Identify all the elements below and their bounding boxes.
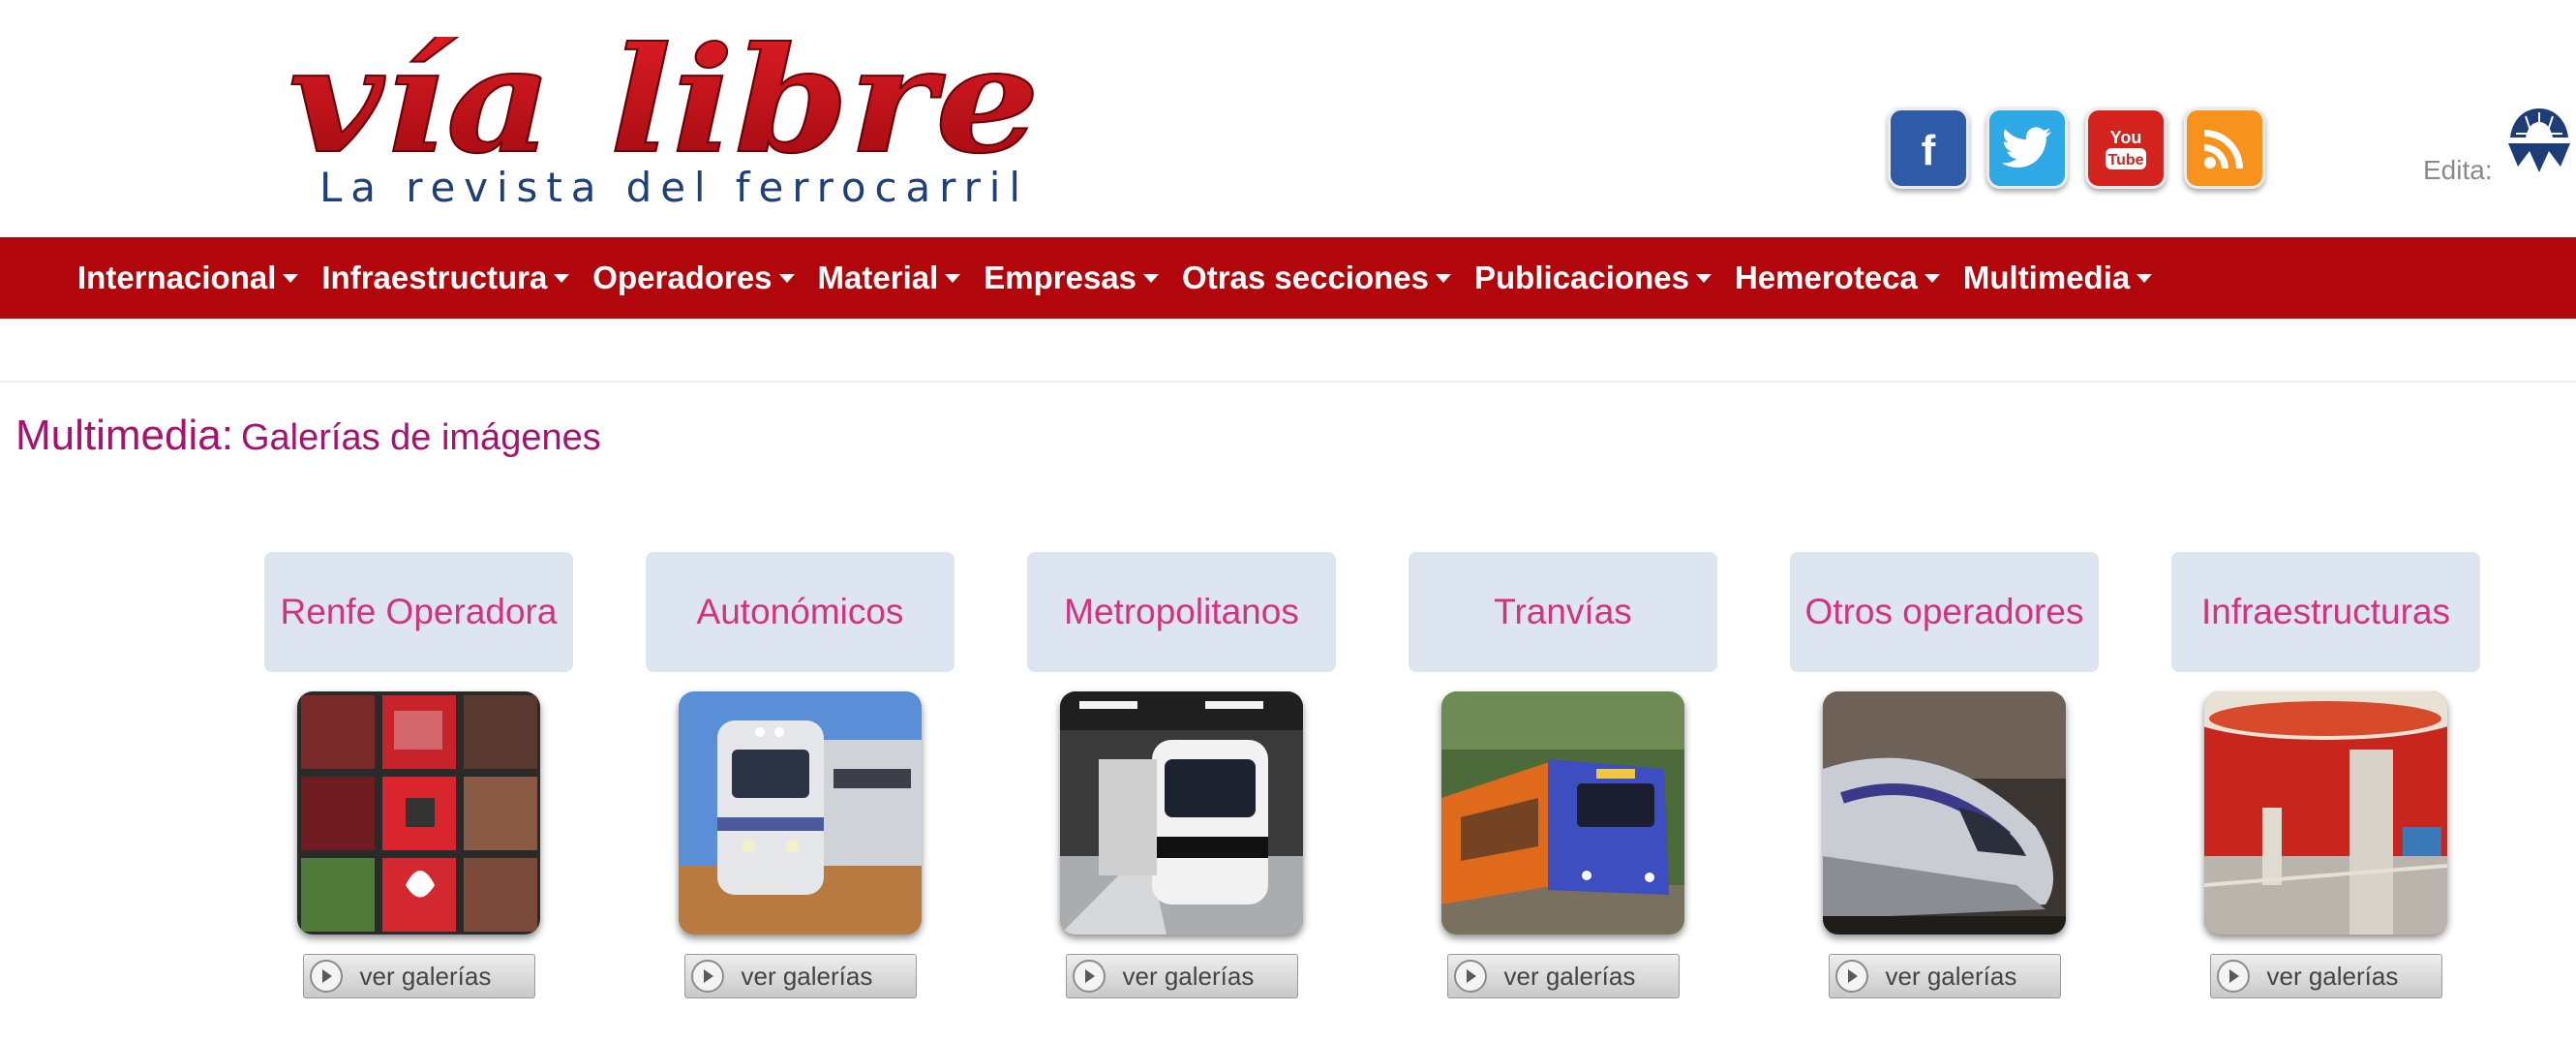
youtube-icon: You Tube [2106,128,2146,169]
gallery-thumbnail-tranvias[interactable] [1441,691,1684,935]
chevron-down-icon [2137,273,2153,283]
gallery-card: Infraestructuras ver galerías [2171,552,2480,998]
chevron-down-icon [945,273,961,283]
nav-label: Empresas [984,260,1137,295]
nav-label: Internacional [77,260,277,295]
nav-item-infraestructura[interactable]: Infraestructura [321,260,570,296]
twitter-icon [2001,127,2051,168]
publisher-logo[interactable] [2502,105,2576,191]
gallery-thumbnail-infraestructuras[interactable] [2204,691,2447,935]
main-nav: Internacional Infraestructura Operadores… [0,237,2576,319]
publisher-label: Edita: [2423,155,2493,185]
gallery-thumbnail-renfe[interactable] [297,691,540,935]
nav-label: Multimedia [1962,260,2131,295]
page-title-sub: Galerías de imágenes [240,417,601,458]
nav-item-internacional[interactable]: Internacional [77,260,299,296]
nav-label: Otras secciones [1182,260,1430,295]
nav-item-otras-secciones[interactable]: Otras secciones [1182,260,1452,296]
view-galleries-button[interactable]: ver galerías [1065,954,1298,998]
nav-label: Operadores [592,260,773,295]
gallery-thumbnail-metropolitanos[interactable] [1060,691,1303,935]
svg-text:Tube: Tube [2107,152,2143,169]
gallery-title-otros-operadores[interactable]: Otros operadores [1790,552,2099,672]
nav-label: Infraestructura [321,260,548,295]
nav-item-hemeroteca[interactable]: Hemeroteca [1735,260,1940,296]
view-galleries-button[interactable]: ver galerías [2209,954,2442,998]
page-title-main: Multimedia: [15,412,233,459]
site-logo[interactable]: vía libre La revista del ferrocarril [288,37,1040,211]
chevron-down-icon [554,273,570,283]
nav-label: Material [817,260,939,295]
gallery-title-renfe[interactable]: Renfe Operadora [264,552,573,672]
view-galleries-button[interactable]: ver galerías [683,954,917,998]
nav-item-multimedia[interactable]: Multimedia [1962,260,2153,296]
chevron-down-icon [283,273,299,283]
nav-label: Hemeroteca [1734,260,1918,295]
play-icon [309,960,343,993]
gallery-categories: Renfe Operadora ver galerías Autonómicos… [264,552,2480,998]
gallery-card: Renfe Operadora ver galerías [264,552,573,998]
gallery-title-tranvias[interactable]: Tranvías [1409,552,1717,672]
chevron-down-icon [1143,273,1160,283]
gallery-title-autonomicos[interactable]: Autonómicos [646,552,955,672]
gallery-title-infraestructuras[interactable]: Infraestructuras [2171,552,2480,672]
chevron-down-icon [1436,273,1452,283]
view-galleries-label: ver galerías [1503,961,1636,991]
rss-button[interactable] [2184,107,2265,189]
play-icon [1072,960,1106,993]
svg-text:f: f [1922,127,1936,172]
nav-item-operadores[interactable]: Operadores [592,260,795,296]
svg-text:You: You [2110,128,2142,147]
gallery-thumbnail-autonomicos[interactable] [679,691,922,935]
view-galleries-button[interactable]: ver galerías [1828,954,2061,998]
chevron-down-icon [1695,273,1712,283]
gallery-card: Otros operadores ver galerías [1790,552,2099,998]
nav-item-material[interactable]: Material [818,260,961,296]
facebook-icon: f [1922,127,1936,172]
view-galleries-label: ver galerías [1885,961,2017,991]
view-galleries-button[interactable]: ver galerías [302,954,535,998]
gallery-card: Autonómicos ver galerías [646,552,955,998]
divider [0,381,2576,383]
nav-item-empresas[interactable]: Empresas [984,260,1160,296]
nav-item-publicaciones[interactable]: Publicaciones [1474,260,1712,296]
play-icon [2216,960,2250,993]
view-galleries-button[interactable]: ver galerías [1446,954,1680,998]
twitter-button[interactable] [1986,107,2068,189]
youtube-button[interactable]: You Tube [2085,107,2167,189]
social-links: f You Tube [1888,107,2265,189]
page-title: Multimedia: Galerías de imágenes [15,412,601,460]
view-galleries-label: ver galerías [1122,961,1255,991]
chevron-down-icon [778,273,795,283]
nav-label: Publicaciones [1474,260,1689,295]
gallery-title-metropolitanos[interactable]: Metropolitanos [1027,552,1336,672]
play-icon [1834,960,1868,993]
chevron-down-icon [1924,273,1940,283]
facebook-button[interactable]: f [1888,107,1969,189]
view-galleries-label: ver galerías [741,961,873,991]
view-galleries-label: ver galerías [359,961,492,991]
play-icon [690,960,724,993]
rss-icon [2204,130,2243,169]
view-galleries-label: ver galerías [2266,961,2399,991]
gallery-card: Metropolitanos ver galerías [1027,552,1336,998]
play-icon [1453,960,1487,993]
gallery-thumbnail-otros-operadores[interactable] [1823,691,2066,935]
gallery-card: Tranvías ver galerías [1409,552,1717,998]
